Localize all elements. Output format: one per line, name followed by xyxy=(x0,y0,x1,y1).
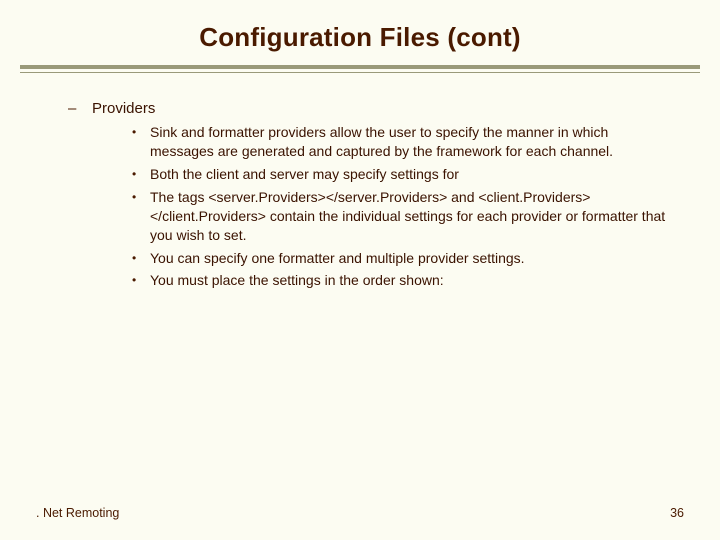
bullet-text: You can specify one formatter and multip… xyxy=(150,250,525,266)
page-number: 36 xyxy=(670,506,684,520)
bullet-icon: • xyxy=(132,272,136,288)
bullet-item: • Sink and formatter providers allow the… xyxy=(92,123,666,161)
bullet-icon: • xyxy=(132,124,136,140)
bullet-text: You must place the settings in the order… xyxy=(150,272,444,288)
section-block: – Providers • Sink and formatter provide… xyxy=(54,99,666,290)
bullet-text: The tags <server.Providers></server.Prov… xyxy=(150,189,665,243)
slide-body: – Providers • Sink and formatter provide… xyxy=(0,73,720,290)
title-rule xyxy=(20,65,700,73)
bullet-icon: • xyxy=(132,250,136,266)
slide-title: Configuration Files (cont) xyxy=(0,0,720,65)
slide: Configuration Files (cont) – Providers •… xyxy=(0,0,720,540)
section-heading: Providers xyxy=(92,99,666,119)
dash-icon: – xyxy=(68,99,76,119)
bullet-item: • You must place the settings in the ord… xyxy=(92,271,666,290)
bullet-icon: • xyxy=(132,189,136,205)
bullet-item: • Both the client and server may specify… xyxy=(92,165,666,184)
bullet-text: Both the client and server may specify s… xyxy=(150,166,459,182)
bullet-text: Sink and formatter providers allow the u… xyxy=(150,124,613,159)
bullet-icon: • xyxy=(132,166,136,182)
bullet-item: • You can specify one formatter and mult… xyxy=(92,249,666,268)
bullet-item: • The tags <server.Providers></server.Pr… xyxy=(92,188,666,245)
footer: . Net Remoting 36 xyxy=(0,506,720,520)
footer-left: . Net Remoting xyxy=(36,506,119,520)
